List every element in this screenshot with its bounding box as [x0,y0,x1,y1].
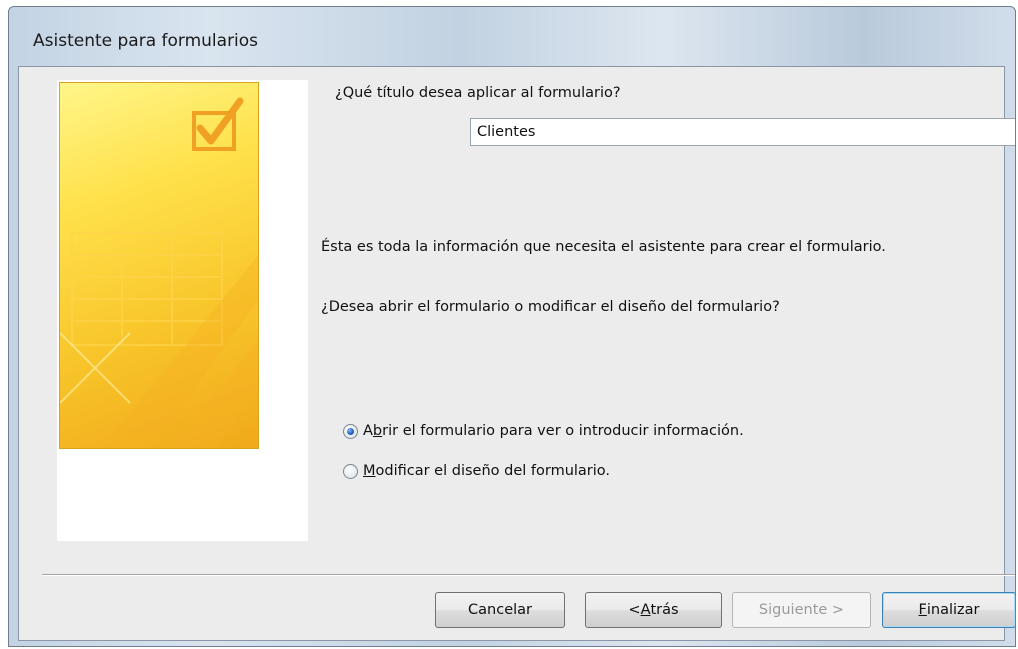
open-form-option-label: Abrir el formulario para ver o introduci… [363,423,744,439]
form-wizard-window: Asistente para formularios ¿Qué título d… [8,6,1016,647]
modify-design-option-label: Modificar el diseño del formulario. [363,463,611,479]
modify-design-radio[interactable] [343,463,358,479]
window-title: Asistente para formularios [33,31,259,51]
modify-design-option[interactable]: Modificar el diseño del formulario. [343,459,610,483]
wizard-info-text: Ésta es toda la información que necesita… [321,239,886,255]
form-checkmark-icon [60,97,258,448]
footer-separator [42,574,1015,576]
finish-button[interactable]: Finalizar [882,592,1015,628]
cancel-button[interactable]: Cancelar [435,592,565,628]
title-bar[interactable]: Asistente para formularios [9,7,1015,63]
dialog-body: ¿Qué título desea aplicar al formulario?… [18,66,1015,641]
open-form-radio[interactable] [343,423,358,439]
title-question-label: ¿Qué título desea aplicar al formulario? [335,85,621,101]
open-form-option[interactable]: Abrir el formulario para ver o introduci… [343,419,744,443]
next-button[interactable]: Siguiente > [732,592,871,628]
wizard-side-panel [57,80,308,541]
wizard-banner-image [59,82,259,449]
form-title-input[interactable] [470,118,1015,146]
open-or-modify-question: ¿Desea abrir el formulario o modificar e… [321,299,780,315]
back-button[interactable]: < Atrás [585,592,722,628]
